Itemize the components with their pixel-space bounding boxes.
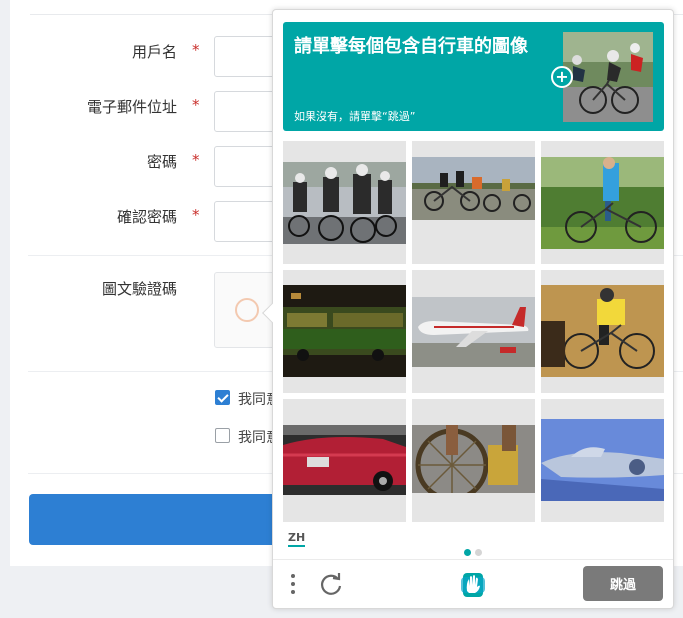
page-dot-active — [464, 549, 471, 556]
agree-terms-checkbox[interactable] — [215, 390, 230, 405]
image-tile[interactable] — [541, 270, 664, 393]
image-tile[interactable] — [283, 270, 406, 393]
username-label: 用戶名 — [131, 43, 177, 61]
image-tile[interactable] — [283, 141, 406, 264]
required-mark: * — [192, 96, 200, 114]
required-mark: * — [192, 41, 200, 59]
divider — [273, 559, 673, 560]
hcaptcha-logo-icon[interactable] — [457, 569, 489, 601]
agree-privacy-label: 我同意 — [238, 430, 274, 446]
image-tile[interactable] — [283, 399, 406, 522]
refresh-icon[interactable] — [318, 571, 344, 597]
required-mark: * — [192, 206, 200, 224]
image-tile[interactable] — [412, 141, 535, 264]
image-tile[interactable] — [541, 141, 664, 264]
skip-button[interactable]: 跳過 — [583, 566, 663, 601]
language-selector[interactable]: ZH — [288, 531, 306, 547]
confirm-password-label: 確認密碼 — [116, 208, 177, 226]
example-image — [563, 32, 653, 122]
prompt-text: 請單擊每個包含自行車的圖像 — [294, 36, 528, 57]
image-tile[interactable] — [412, 399, 535, 522]
captcha-challenge-panel: 請單擊每個包含自行車的圖像 如果沒有，請單擊“跳過” + ZH 跳過 — [262, 9, 674, 609]
image-tile[interactable] — [541, 399, 664, 522]
image-tile[interactable] — [412, 270, 535, 393]
submit-button[interactable] — [29, 494, 299, 545]
password-label: 密碼 — [146, 153, 177, 171]
captcha-spinner-icon — [235, 298, 259, 322]
agree-terms-label: 我同意 — [238, 392, 274, 408]
captcha-label: 圖文驗證碼 — [101, 280, 177, 298]
page-indicator — [464, 541, 486, 560]
agree-privacy-checkbox[interactable] — [215, 428, 230, 443]
more-vertical-icon[interactable] — [289, 572, 297, 598]
email-label: 電子郵件位址 — [86, 98, 177, 116]
prompt-hint: 如果沒有，請單擊“跳過” — [294, 110, 416, 123]
page-dot — [475, 549, 482, 556]
required-mark: * — [192, 151, 200, 169]
plus-icon[interactable]: + — [551, 66, 573, 88]
challenge-prompt: 請單擊每個包含自行車的圖像 如果沒有，請單擊“跳過” + — [283, 22, 664, 131]
